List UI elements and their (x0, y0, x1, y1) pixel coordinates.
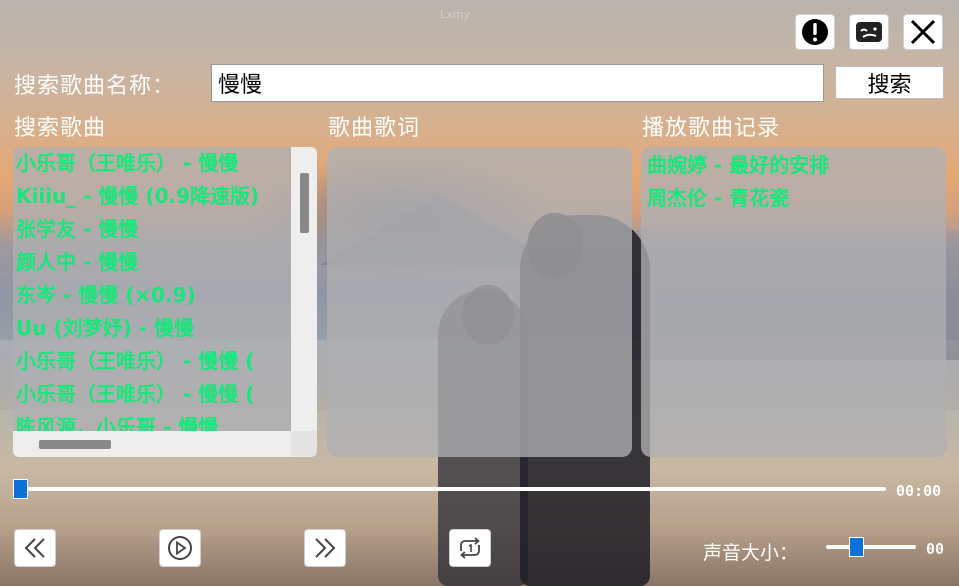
song-results-panel: 小乐哥（王唯乐） - 慢慢 Kiiiu_ - 慢慢 (0.9降速版) 张学友 -… (13, 147, 317, 457)
close-icon (910, 19, 936, 45)
search-button[interactable]: 搜索 (835, 66, 944, 99)
progress-slider-track[interactable] (14, 487, 886, 491)
lyrics-section-title: 歌曲歌词 (328, 116, 421, 141)
song-result-item[interactable]: 东岑 - 慢慢 (×0.9) (13, 279, 303, 312)
previous-button[interactable] (14, 529, 56, 567)
lyrics-panel (327, 147, 632, 457)
window-title: Lxmy (440, 8, 470, 21)
time-display: 00:00 (896, 482, 942, 500)
info-button[interactable] (795, 14, 835, 50)
history-list: 曲婉婷 - 最好的安排 周杰伦 - 青花瓷 (644, 149, 829, 215)
info-icon (802, 19, 828, 45)
volume-slider-handle[interactable] (848, 537, 864, 557)
history-item[interactable]: 周杰伦 - 青花瓷 (644, 182, 829, 215)
songs-section-title: 搜索歌曲 (14, 116, 107, 141)
volume-value: 00 (926, 540, 945, 558)
close-button[interactable] (903, 14, 943, 50)
skin-icon (856, 22, 882, 42)
play-button[interactable] (159, 529, 201, 567)
search-input[interactable] (211, 64, 824, 102)
vertical-scrollbar-thumb[interactable] (300, 173, 309, 233)
song-result-item[interactable]: 张学友 - 慢慢 (13, 213, 303, 246)
song-result-item[interactable]: 小乐哥（王唯乐） - 慢慢 ( (13, 378, 303, 411)
double-chevron-left-icon (24, 538, 45, 558)
next-button[interactable] (304, 529, 346, 567)
song-result-item[interactable]: Uu (刘梦妤) - 慢慢 (13, 312, 303, 345)
history-panel: 曲婉婷 - 最好的安排 周杰伦 - 青花瓷 (641, 147, 946, 457)
song-result-item[interactable]: Kiiiu_ - 慢慢 (0.9降速版) (13, 180, 303, 213)
vertical-scrollbar[interactable] (291, 147, 317, 432)
song-result-item[interactable]: 颜人中 - 慢慢 (13, 246, 303, 279)
double-chevron-right-icon (315, 538, 336, 558)
scrollbar-corner (291, 431, 317, 457)
history-item[interactable]: 曲婉婷 - 最好的安排 (644, 149, 829, 182)
volume-slider-track[interactable] (826, 545, 916, 549)
loop-icon (460, 537, 480, 559)
play-circle-icon (168, 536, 192, 560)
horizontal-scrollbar-thumb[interactable] (39, 440, 111, 449)
song-result-item[interactable]: 小乐哥（王唯乐） - 慢慢 ( (13, 345, 303, 378)
loop-button[interactable] (449, 529, 491, 567)
progress-slider-handle[interactable] (13, 479, 28, 499)
song-results-list: 小乐哥（王唯乐） - 慢慢 Kiiiu_ - 慢慢 (0.9降速版) 张学友 -… (13, 147, 303, 432)
song-result-item[interactable]: 小乐哥（王唯乐） - 慢慢 (13, 147, 303, 180)
skin-button[interactable] (849, 14, 889, 50)
horizontal-scrollbar[interactable] (13, 431, 291, 457)
history-section-title: 播放歌曲记录 (642, 116, 781, 141)
volume-label: 声音大小： (703, 542, 799, 564)
song-result-item[interactable]: 陈风源，小乐哥 - 慢慢 (13, 411, 303, 432)
search-label: 搜索歌曲名称： (14, 74, 176, 99)
